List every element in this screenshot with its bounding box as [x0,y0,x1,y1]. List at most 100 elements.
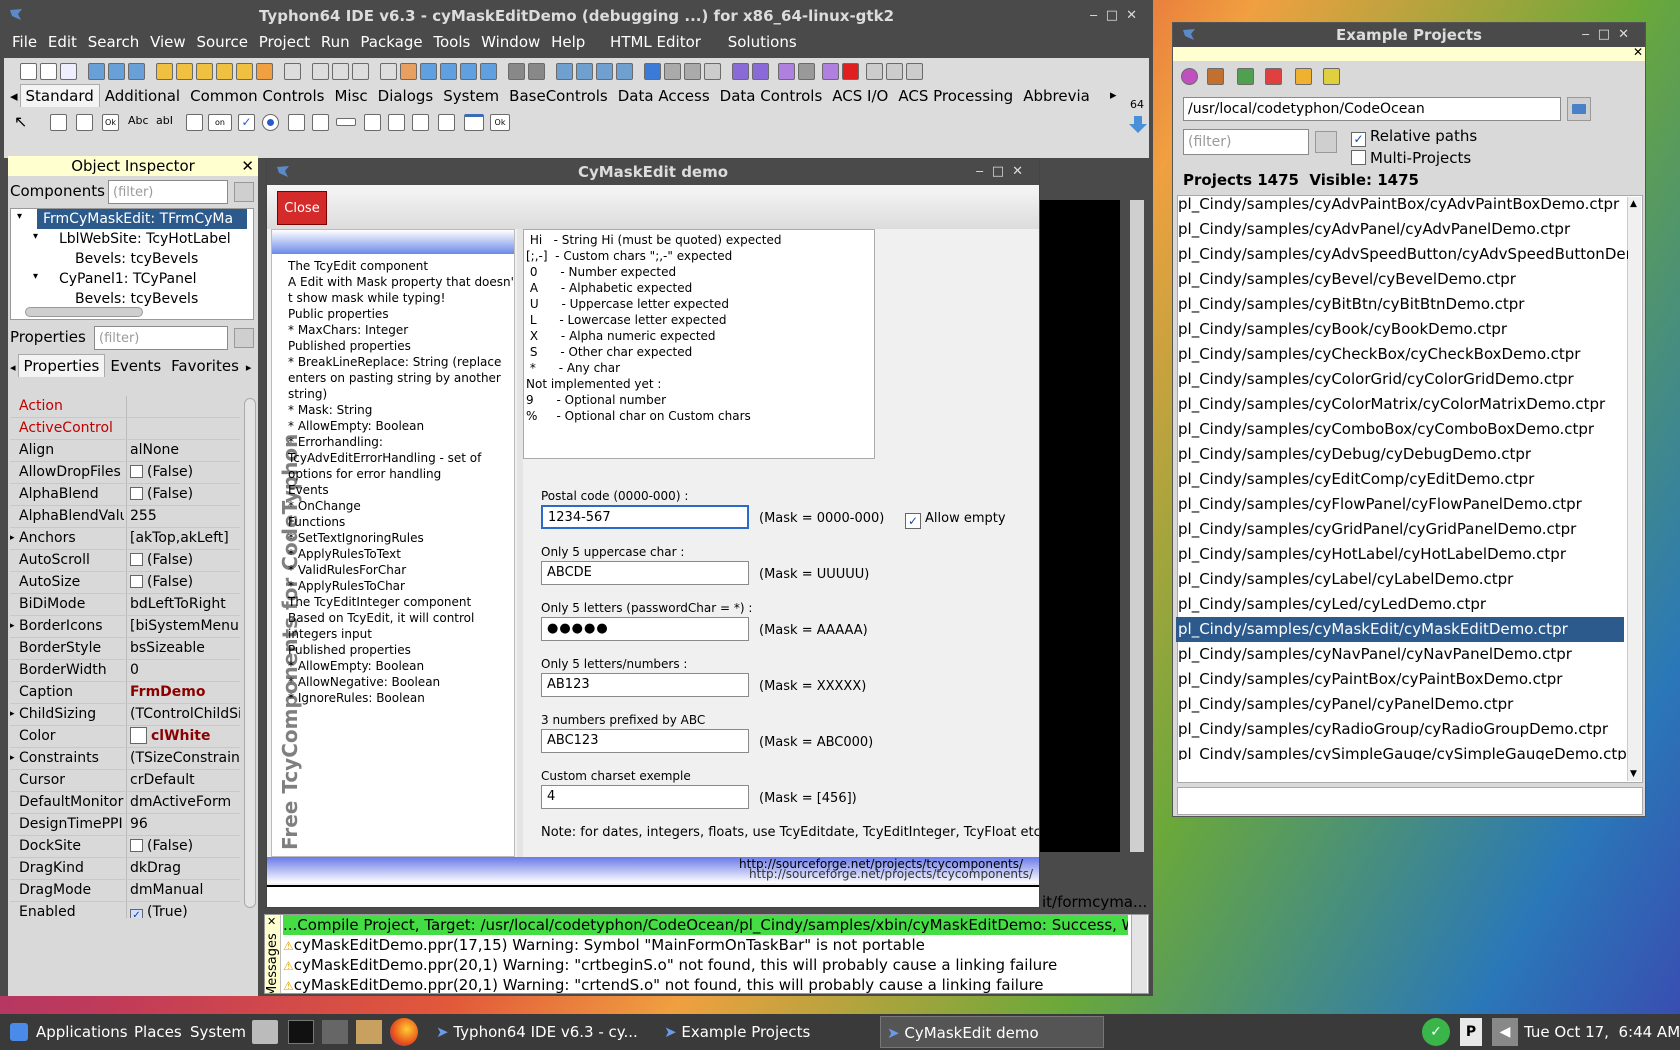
prop-value[interactable]: bdLeftToRight [130,594,240,615]
folder-icon[interactable] [1295,68,1312,85]
prop-row[interactable]: ▸ ChildSizing (TControlChildSiz [10,704,240,726]
prop-value[interactable]: [biSystemMenu,b [130,616,240,637]
multi-projects-checkbox[interactable]: Multi-Projects [1351,149,1471,167]
taskbar-window-projects[interactable]: ➤ Example Projects [664,1016,864,1048]
tcombobox-icon[interactable] [312,114,329,131]
prop-row[interactable]: DragKind dkDrag [10,858,240,880]
prop-row[interactable]: AlphaBlendValue 255 [10,506,240,528]
project-item[interactable]: pl_Cindy/samples/cyAdvSpeedButton/cyAdvS… [1178,242,1628,267]
menu-window[interactable]: Window [475,32,540,52]
prop-row[interactable]: ActiveControl [10,418,240,440]
message-line-warning[interactable]: ⚠cyMaskEditDemo.ppr(20,1) Warning: "crte… [283,975,1128,993]
palette-tab-abbrevia[interactable]: Abbrevia [1018,85,1095,107]
menu-package[interactable]: Package [354,32,422,52]
run-icon[interactable] [778,63,795,80]
taskbar-window-ide[interactable]: ➤ Typhon64 IDE v6.3 - cy... [436,1016,650,1048]
menu-view[interactable]: View [144,32,186,52]
inspector-close-icon[interactable]: ✕ [241,156,254,176]
projects-path-input[interactable] [1183,97,1561,121]
dropdown-icon[interactable] [704,63,721,80]
tree-expand-icon[interactable]: ▾ [17,211,22,222]
message-line-warning[interactable]: ⚠cyMaskEditDemo.ppr(20,1) Warning: "crtb… [283,955,1128,975]
clipboard-icon[interactable]: P [1460,1018,1482,1046]
menu-html-editor[interactable]: HTML Editor [590,32,701,52]
menu-run[interactable]: Run [315,32,350,52]
open-project-icon[interactable] [108,63,125,80]
prop-row[interactable]: Align alNone [10,440,240,462]
palette-tab-basecontrols[interactable]: BaseControls [504,85,613,107]
project-item[interactable]: pl_Cindy/samples/cyBook/cyBookDemo.ctpr [1178,317,1628,342]
source-editor[interactable] [1040,200,1120,852]
close-button[interactable]: Close [277,191,327,225]
clock[interactable]: Tue Oct 17, 6:44 AM [1524,1016,1680,1048]
tlabel-icon[interactable]: Abc [128,114,149,127]
options-icon[interactable] [284,63,301,80]
prop-value[interactable]: FrmDemo [130,682,240,703]
tframe-icon[interactable] [464,114,484,131]
prop-row[interactable]: AutoScroll (False) [10,550,240,572]
prop-row[interactable]: BorderWidth 0 [10,660,240,682]
project-item[interactable]: pl_Cindy/samples/cyGridPanel/cyGridPanel… [1178,517,1628,542]
prop-row[interactable]: DragMode dmManual [10,880,240,902]
prefixed-input[interactable]: ABC123 [541,729,749,753]
relative-paths-checkbox[interactable]: ✓ Relative paths [1351,127,1477,147]
search-icon[interactable] [1323,68,1340,85]
step-out-icon[interactable] [906,63,923,80]
projects-filter-input[interactable] [1183,129,1309,155]
ide-titlebar[interactable]: Typhon64 IDE v6.3 - cyMaskEditDemo (debu… [0,0,1153,32]
tree-hscrollbar[interactable] [25,307,143,317]
prop-row[interactable]: BorderStyle bsSizeable [10,638,240,660]
pause-icon[interactable] [822,63,839,80]
prop-value[interactable]: 0 [130,660,240,681]
project-item[interactable]: pl_Cindy/samples/cyDebug/cyDebugDemo.ctp… [1178,442,1628,467]
palette-tab-data-access[interactable]: Data Access [613,85,715,107]
prop-value[interactable]: 96 [130,814,240,835]
tree-node-cypanel1[interactable]: CyPanel1: TCyPanel [59,269,196,289]
maximize-icon[interactable]: □ [1106,8,1126,23]
prop-row[interactable]: DefaultMonitor dmActiveForm [10,792,240,814]
layout-icon[interactable] [480,63,497,80]
run-params-icon[interactable] [798,63,815,80]
palette-tab-data-controls[interactable]: Data Controls [715,85,828,107]
menu-source[interactable]: Source [190,32,248,52]
tools-icon[interactable] [664,63,681,80]
grid3-icon[interactable] [596,63,613,80]
prop-value[interactable]: alNone [130,440,240,461]
minimize-icon[interactable]: ‒ [1582,27,1598,42]
project-item[interactable]: pl_Cindy/samples/cySimpleGauge/cySimpleG… [1178,742,1628,760]
tmainmenu-icon[interactable] [50,114,67,131]
palette-tab-system[interactable]: System [438,85,504,107]
tradiogroup-icon[interactable] [388,114,405,131]
system-menu[interactable]: System [190,1016,246,1048]
tree-node-lblwebsite[interactable]: LblWebSite: TcyHotLabel [59,229,231,249]
cut-icon[interactable] [684,63,701,80]
stop-icon[interactable] [842,63,859,80]
debug2-icon[interactable] [752,63,769,80]
tree-node-form[interactable]: FrmCyMaskEdit: TFrmCyMa [37,209,247,229]
project-item[interactable]: pl_Cindy/samples/cyRadioGroup/cyRadioGro… [1178,717,1628,742]
copy-icon[interactable] [1237,68,1254,85]
database-icon[interactable] [508,63,525,80]
volume-icon[interactable]: ◀ [1492,1018,1518,1046]
tab-properties[interactable]: Properties [17,354,106,377]
close-icon[interactable]: ✕ [1618,27,1637,42]
projects-filter-icon[interactable] [1315,131,1337,153]
view-units-icon[interactable] [332,63,349,80]
palette-tab-dialogs[interactable]: Dialogs [373,85,439,107]
project-item[interactable]: pl_Cindy/samples/cyNavPanel/cyNavPanelDe… [1178,642,1628,667]
checkbox-icon[interactable]: ✓ [905,513,921,529]
tcheckbox-icon[interactable]: ✓ [238,114,255,131]
prop-row[interactable]: Cursor crDefault [10,770,240,792]
projects-dock-close-icon[interactable]: ✕ [1633,45,1643,59]
expand-arrow-icon[interactable]: ▸ [10,704,15,725]
checkbox-icon[interactable]: ✓ [130,909,143,918]
prop-value[interactable]: 255 [130,506,240,527]
project-item[interactable]: pl_Cindy/samples/cyHotLabel/cyHotLabelDe… [1178,542,1628,567]
prop-row[interactable]: ▸BorderIcons [biSystemMenu,b [10,616,240,638]
new-unit-icon[interactable] [60,63,77,80]
properties-filter[interactable] [94,326,228,350]
open-project-icon[interactable] [1207,68,1224,85]
palette-tab-misc[interactable]: Misc [329,85,372,107]
delete-icon[interactable] [1265,68,1282,85]
prop-value[interactable]: dmManual [130,880,240,901]
